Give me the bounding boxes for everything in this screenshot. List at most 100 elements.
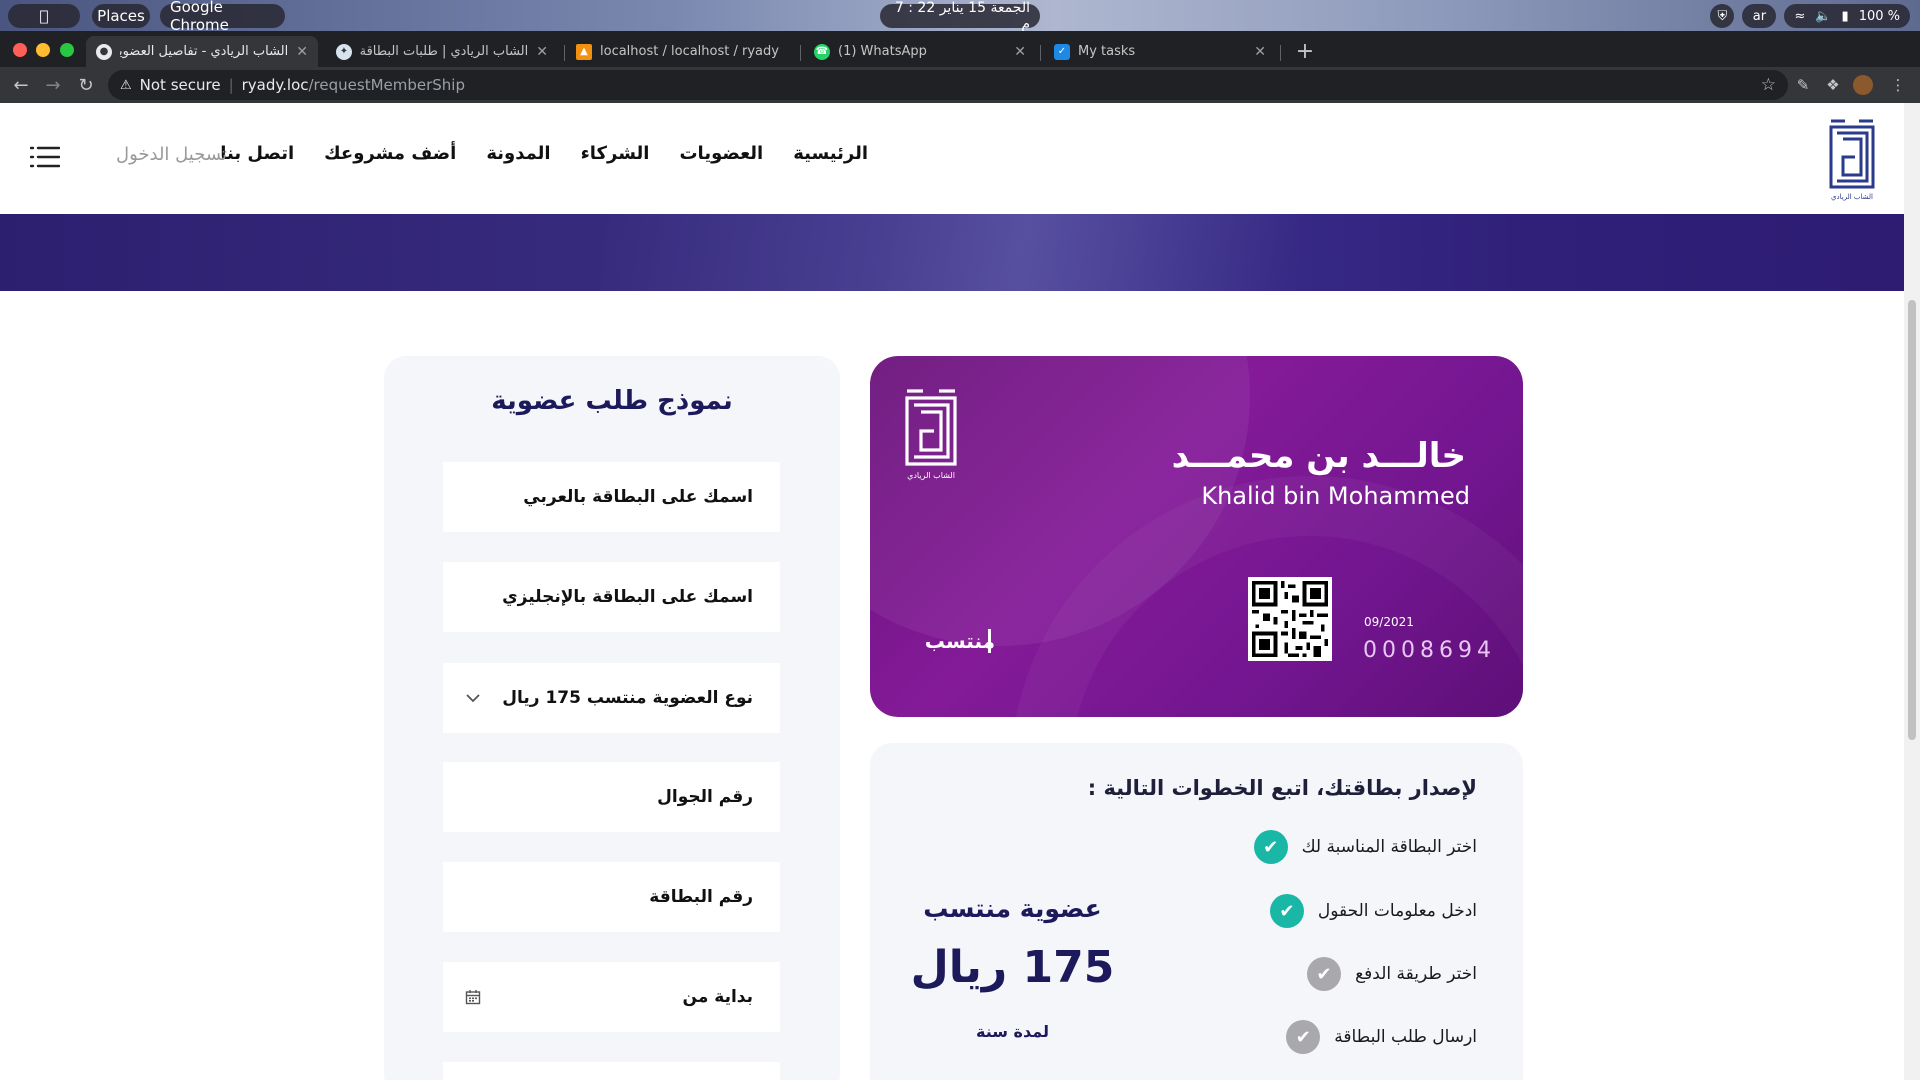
svg-text:الشاب الريادي: الشاب الريادي [1831, 193, 1873, 201]
tab-separator [1280, 45, 1281, 61]
back-button[interactable]: ← [9, 73, 33, 97]
field-label: رقم الجوال [657, 787, 753, 807]
hamburger-menu-icon[interactable] [30, 145, 60, 169]
minimize-window-button[interactable] [36, 43, 50, 57]
battery-icon: ▮ [1841, 8, 1849, 24]
language-indicator[interactable]: ar [1742, 4, 1777, 28]
apple-icon:  [39, 7, 48, 25]
scrollbar-thumb[interactable] [1908, 300, 1916, 740]
field-label: بداية من [682, 987, 753, 1007]
check-icon: ✔ [1253, 830, 1288, 864]
tab-card-requests[interactable]: ✦ الشاب الريادي | طلبات البطاقة ال ✕ [326, 36, 558, 67]
mobile-number-field[interactable]: رقم الجوال [443, 762, 780, 832]
nav-memberships[interactable]: العضويات [679, 143, 763, 164]
nav-add-project[interactable]: أضف مشروعك [324, 143, 456, 164]
step-item: ✔ اختر طريقة الدفع [1307, 957, 1477, 991]
maximize-window-button[interactable] [60, 43, 74, 57]
security-label[interactable]: Not secure [140, 76, 221, 94]
membership-type-select[interactable]: نوع العضوية منتسب 175 ريال [443, 663, 780, 733]
close-window-button[interactable] [13, 43, 27, 57]
reload-button[interactable]: ↻ [74, 73, 98, 97]
check-icon: ✔ [1307, 957, 1342, 991]
more-menu-icon[interactable]: ⋮ [1888, 75, 1908, 95]
whatsapp-icon: ☎ [814, 43, 830, 60]
login-link[interactable]: تسجيل الدخول [116, 144, 227, 165]
tab-separator [564, 45, 565, 61]
card-holder-name-arabic: خالـــد بن محمـــد [1171, 436, 1466, 476]
card-issue-date: 09/2021 [1364, 615, 1414, 629]
card-number-field[interactable]: رقم البطاقة [443, 862, 780, 932]
close-icon[interactable]: ✕ [536, 44, 548, 60]
steps-panel: لإصدار بطاقتك، اتبع الخطوات التالية : ✔ … [870, 743, 1523, 1080]
edit-pen-icon[interactable]: ✎ [1793, 75, 1813, 95]
status-area[interactable]: ≈ 🔈 ▮ 100 % [1784, 4, 1910, 28]
os-top-bar:  Places Google Chrome الجمعة 15 يناير 2… [0, 0, 1920, 34]
close-icon[interactable]: ✕ [1254, 44, 1266, 60]
wifi-icon: ≈ [1794, 8, 1806, 24]
card-tier: منتسب [924, 629, 995, 653]
tab-my-tasks[interactable]: ✓ My tasks ✕ [1044, 36, 1276, 67]
membership-price: 175 ريال [910, 942, 1115, 993]
extra-field[interactable] [443, 1062, 780, 1080]
field-label: نوع العضوية منتسب 175 ريال [502, 688, 753, 708]
chevron-down-icon[interactable] [463, 688, 483, 708]
membership-duration: لمدة سنة [976, 1022, 1049, 1041]
card-logo: الشاب الريادي [905, 389, 957, 480]
membership-plan-title: عضوية منتسب [923, 894, 1102, 923]
places-menu-button[interactable]: Places [92, 4, 150, 28]
membership-card-preview: الشاب الريادي خالـــد بن محمـــد Khalid … [870, 356, 1523, 717]
start-date-field[interactable]: بداية من [443, 962, 780, 1032]
name-arabic-field[interactable]: اسمك على البطاقة بالعربي [443, 462, 780, 532]
app-menu-button[interactable]: Google Chrome [160, 0, 285, 34]
forward-button[interactable]: → [41, 73, 65, 97]
close-icon[interactable]: ✕ [1014, 44, 1026, 60]
tab-whatsapp[interactable]: ☎ (1) WhatsApp ✕ [804, 36, 1036, 67]
field-label: رقم البطاقة [649, 887, 753, 907]
globe-icon: ● [96, 43, 112, 60]
nav-partners[interactable]: الشركاء [581, 143, 650, 164]
extensions-puzzle-icon[interactable]: ❖ [1823, 75, 1843, 95]
tab-separator [800, 45, 801, 61]
bookmark-star-icon[interactable]: ☆ [1761, 75, 1776, 95]
hero-banner [0, 214, 1904, 291]
field-label: اسمك على البطاقة بالإنجليزي [502, 587, 753, 607]
apple-menu-button[interactable]:  [8, 4, 80, 28]
card-number: 0008694 [1363, 638, 1496, 663]
tab-separator [1040, 45, 1041, 61]
calendar-icon[interactable] [463, 987, 483, 1007]
check-icon: ✔ [1269, 894, 1304, 928]
steps-title: لإصدار بطاقتك، اتبع الخطوات التالية : [1087, 776, 1477, 800]
tier-divider [988, 629, 991, 653]
clock[interactable]: الجمعة 15 يناير 22 : 7 م [880, 0, 1040, 32]
nav-contact[interactable]: اتصل بنا [220, 143, 294, 164]
tab-phpmyadmin[interactable]: ▲ localhost / localhost / ryady [566, 36, 798, 67]
tasks-icon: ✓ [1054, 43, 1070, 60]
nav-home[interactable]: الرئيسية [793, 143, 868, 164]
shield-icon[interactable]: ⛨ [1710, 4, 1735, 28]
tab-membership-details[interactable]: ● الشاب الريادي - تفاصيل العضويات ✕ [86, 36, 318, 67]
name-english-field[interactable]: اسمك على البطاقة بالإنجليزي [443, 562, 780, 632]
volume-icon: 🔈 [1815, 8, 1832, 24]
banner-overlay [600, 214, 1300, 291]
membership-form: نموذج طلب عضوية اسمك على البطاقة بالعربي… [384, 356, 840, 1080]
step-item: ✔ ادخل معلومات الحقول [1269, 894, 1477, 928]
nav-blog[interactable]: المدونة [486, 143, 550, 164]
new-tab-button[interactable]: + [1292, 38, 1318, 64]
check-icon: ✔ [1286, 1020, 1321, 1054]
form-title: نموذج طلب عضوية [491, 386, 733, 416]
divider: | [228, 76, 234, 94]
card-holder-name-english: Khalid bin Mohammed [1201, 482, 1470, 510]
step-label: اختر البطاقة المناسبة لك [1301, 837, 1477, 857]
svg-text:الشاب الريادي: الشاب الريادي [907, 471, 955, 480]
site-icon: ✦ [336, 43, 352, 60]
warning-icon[interactable]: ⚠ [120, 78, 132, 93]
battery-level: 100 % [1858, 8, 1900, 24]
close-icon[interactable]: ✕ [296, 44, 308, 60]
site-logo[interactable]: الشاب الريادي [1825, 117, 1879, 203]
main-nav: الرئيسية العضويات الشركاء المدونة أضف مش… [220, 143, 868, 164]
step-label: ارسال طلب البطاقة [1334, 1027, 1477, 1047]
profile-avatar[interactable] [1853, 75, 1873, 95]
step-item: ✔ اختر البطاقة المناسبة لك [1253, 830, 1477, 864]
tab-strip: ● الشاب الريادي - تفاصيل العضويات ✕ ✦ ال… [0, 31, 1920, 67]
address-bar[interactable]: ⚠ Not secure | ryady.loc/requestMemberSh… [108, 70, 1788, 100]
